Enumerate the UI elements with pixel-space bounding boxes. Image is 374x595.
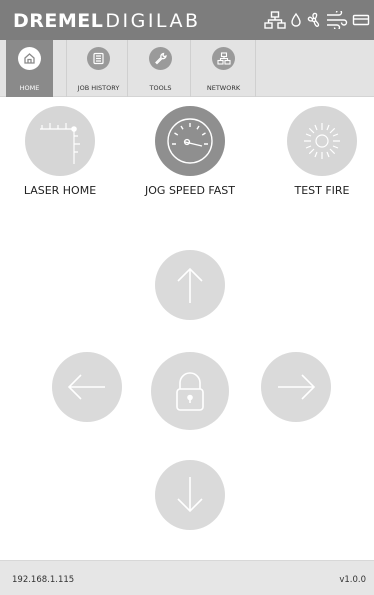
card-icon: [352, 11, 370, 29]
laser-home-label: LASER HOME: [23, 184, 97, 197]
wrench-icon: [149, 47, 172, 70]
jog-lock-button[interactable]: [151, 352, 229, 430]
arrow-down-icon: [177, 477, 203, 513]
fan-icon: [306, 11, 322, 29]
air-flow-icon: [326, 11, 348, 29]
version-label: v1.0.0: [339, 575, 366, 585]
footer-bar: 192.168.1.115 v1.0.0: [0, 560, 374, 595]
tab-home-label: HOME: [19, 84, 40, 92]
top-bar: DREMEL DIGILAB: [0, 0, 374, 40]
test-fire-label: TEST FIRE: [294, 184, 350, 197]
tab-home[interactable]: HOME: [6, 40, 53, 97]
water-drop-icon: [290, 11, 302, 29]
brand-logo: DREMEL DIGILAB: [13, 9, 201, 33]
home-icon: [18, 47, 41, 70]
list-icon: [87, 47, 110, 70]
laser-home-icon: [25, 106, 95, 176]
network-icon: [212, 47, 235, 70]
lock-icon: [176, 372, 204, 411]
status-icons: [264, 10, 370, 30]
brand-name-bold: DREMEL: [13, 10, 104, 32]
tab-network[interactable]: NETWORK: [200, 40, 247, 97]
arrow-up-icon: [177, 267, 203, 303]
brand-name-light: DIGILAB: [105, 10, 201, 32]
jog-speed-label: JOG SPEED FAST: [145, 184, 235, 197]
tab-divider: [255, 40, 256, 97]
network-status-icon: [264, 11, 286, 29]
tab-tools[interactable]: TOOLS: [137, 40, 184, 97]
ip-address: 192.168.1.115: [12, 575, 75, 585]
arrow-right-icon: [278, 374, 316, 400]
laser-home-button[interactable]: LASER HOME: [12, 106, 108, 216]
jog-speed-button[interactable]: JOG SPEED FAST: [142, 106, 238, 216]
nav-bar: HOME JOB HISTORY TOOLS NETWORK: [0, 40, 374, 97]
tab-job-history[interactable]: JOB HISTORY: [75, 40, 122, 97]
jog-down-button[interactable]: [155, 460, 225, 530]
tab-tools-label: TOOLS: [149, 84, 172, 92]
test-fire-button[interactable]: TEST FIRE: [274, 106, 370, 216]
speedometer-icon: [155, 106, 225, 176]
jog-up-button[interactable]: [155, 250, 225, 320]
jog-right-button[interactable]: [261, 352, 331, 422]
tab-job-history-label: JOB HISTORY: [77, 84, 120, 92]
sunburst-icon: [287, 106, 357, 176]
jog-left-button[interactable]: [52, 352, 122, 422]
tab-network-label: NETWORK: [206, 84, 241, 92]
arrow-left-icon: [67, 374, 105, 400]
